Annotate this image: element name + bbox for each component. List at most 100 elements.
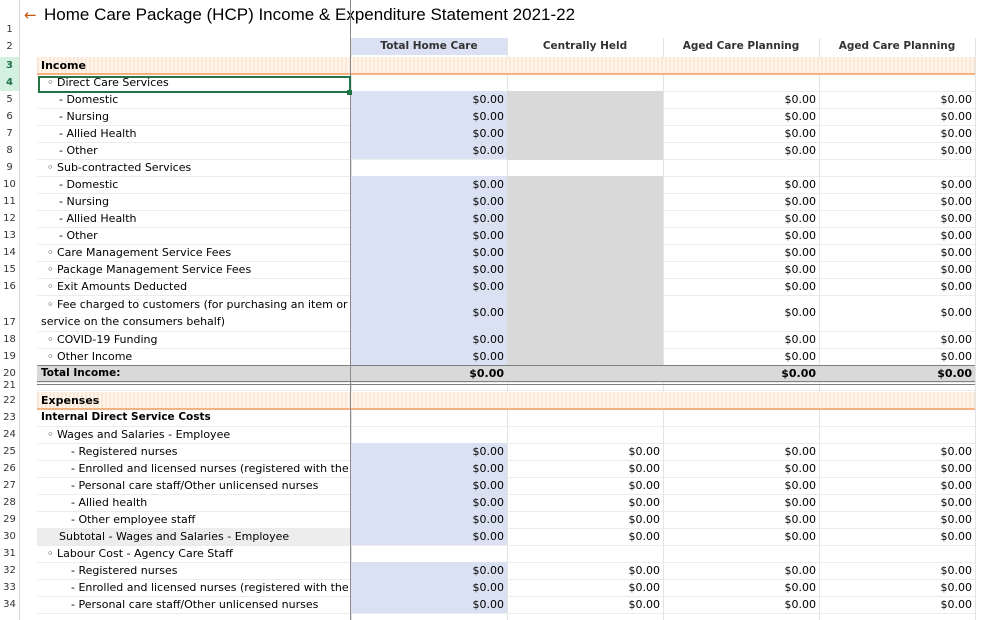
row-number[interactable]: 19 [0,348,19,365]
row-label[interactable]: - Enrolled and licensed nurses (register… [37,460,351,477]
row-label[interactable]: - Enrolled and licensed nurses (register… [37,579,351,596]
cell-region-2[interactable]: $0.00 [819,210,975,227]
row-label[interactable]: ◦ Fee charged to customers (for purchasi… [37,296,351,313]
cell-total-home-care[interactable]: $0.00 [351,494,507,511]
cell-region-1[interactable]: $0.00 [663,91,819,108]
cell-region-1[interactable]: $0.00 [663,295,819,331]
cell-region-1[interactable]: $0.00 [663,528,819,545]
row-number[interactable]: 26 [0,460,19,477]
fill-handle[interactable] [347,90,352,95]
row-number[interactable]: 34 [0,596,19,613]
row-label[interactable]: - Other [37,142,351,159]
row-label[interactable]: Subtotal - Wages and Salaries - Employee [37,528,351,545]
row-label[interactable]: Income [37,57,351,74]
cell-region-1[interactable]: $0.00 [663,477,819,494]
cell-total-home-care[interactable]: $0.00 [351,142,507,159]
cell-total-home-care[interactable]: $0.00 [351,562,507,579]
row-number[interactable]: 31 [0,545,19,562]
cell-total-home-care[interactable]: $0.00 [351,210,507,227]
row-number[interactable]: 14 [0,244,19,261]
cell-region-2[interactable]: $0.00 [819,443,975,460]
cell-region-1[interactable]: $0.00 [663,244,819,261]
row-number[interactable]: 17 [0,295,19,331]
row-label[interactable]: - Domestic [37,91,351,108]
spreadsheet-grid[interactable]: ← Home Care Package (HCP) Income & Expen… [0,0,991,620]
row-label[interactable]: ◦ COVID-19 Funding [37,331,351,348]
cell-region-2[interactable]: $0.00 [819,91,975,108]
cell-region-2[interactable]: $0.00 [819,176,975,193]
cell-centrally-held[interactable]: $0.00 [507,511,663,528]
cell-region-1[interactable]: $0.00 [663,227,819,244]
cell-centrally-held[interactable]: $0.00 [507,443,663,460]
row-number[interactable]: 29 [0,511,19,528]
row-label[interactable]: - Other employee staff [37,511,351,528]
cell-centrally-held[interactable]: $0.00 [507,579,663,596]
cell-total-home-care[interactable]: $0.00 [351,295,507,331]
cell-total-home-care[interactable]: $0.00 [351,193,507,210]
cell-centrally-held[interactable]: $0.00 [507,596,663,613]
row-number[interactable]: 7 [0,125,19,142]
row-number[interactable]: 8 [0,142,19,159]
cell-region-2[interactable]: $0.00 [819,261,975,278]
cell-region-1[interactable]: $0.00 [663,365,819,382]
cell-total-home-care[interactable]: $0.00 [351,443,507,460]
cell-region-1[interactable]: $0.00 [663,210,819,227]
cell-total-home-care[interactable]: $0.00 [351,579,507,596]
row-number[interactable]: 12 [0,210,19,227]
row-number[interactable]: 3 [0,57,19,74]
cell-centrally-held[interactable]: $0.00 [507,477,663,494]
cell-region-2[interactable]: $0.00 [819,348,975,365]
cell-region-2[interactable]: $0.00 [819,528,975,545]
cell-total-home-care[interactable]: $0.00 [351,261,507,278]
cell-region-2[interactable]: $0.00 [819,227,975,244]
row-number[interactable]: 9 [0,159,19,176]
row-number[interactable]: 10 [0,176,19,193]
row-label[interactable]: ◦ Wages and Salaries - Employee [37,426,351,443]
row-number[interactable]: 16 [0,278,19,295]
cell-total-home-care[interactable]: $0.00 [351,460,507,477]
cell-region-2[interactable]: $0.00 [819,108,975,125]
cell-region-1[interactable]: $0.00 [663,562,819,579]
row-label[interactable]: - Registered nurses [37,443,351,460]
row-number[interactable]: 5 [0,91,19,108]
cell-region-2[interactable]: $0.00 [819,193,975,210]
cell-total-home-care[interactable]: $0.00 [351,596,507,613]
cell-region-2[interactable]: $0.00 [819,511,975,528]
cell-total-home-care[interactable]: $0.00 [351,91,507,108]
row-number[interactable]: 24 [0,426,19,443]
row-label[interactable]: Expenses [37,392,351,409]
cell-total-home-care[interactable]: $0.00 [351,108,507,125]
row-number[interactable]: 22 [0,392,19,409]
cell-region-2[interactable]: $0.00 [819,562,975,579]
column-header-centrally-held[interactable]: Centrally Held [507,38,663,55]
cell-total-home-care[interactable]: $0.00 [351,125,507,142]
row-number[interactable]: 11 [0,193,19,210]
cell-total-home-care[interactable]: $0.00 [351,477,507,494]
row-label[interactable]: - Other [37,227,351,244]
row-label[interactable]: - Personal care staff/Other unlicensed n… [37,596,351,613]
cell-total-home-care[interactable]: $0.00 [351,176,507,193]
row-number[interactable]: 23 [0,409,19,426]
cell-total-home-care[interactable]: $0.00 [351,278,507,295]
column-header-total-home-care[interactable]: Total Home Care [351,38,507,55]
cell-region-1[interactable]: $0.00 [663,579,819,596]
cell-region-1[interactable]: $0.00 [663,494,819,511]
cell-centrally-held[interactable]: $0.00 [507,460,663,477]
cell-region-1[interactable]: $0.00 [663,348,819,365]
row-number[interactable]: 18 [0,331,19,348]
cell-centrally-held[interactable]: $0.00 [507,528,663,545]
cell-region-1[interactable]: $0.00 [663,125,819,142]
cell-region-1[interactable]: $0.00 [663,511,819,528]
row-number[interactable]: 13 [0,227,19,244]
cell-region-2[interactable]: $0.00 [819,477,975,494]
cell-region-1[interactable]: $0.00 [663,460,819,477]
cell-total-home-care[interactable]: $0.00 [351,244,507,261]
cell-region-1[interactable]: $0.00 [663,596,819,613]
cell-region-2[interactable]: $0.00 [819,125,975,142]
row-label[interactable]: ◦ Labour Cost - Agency Care Staff [37,545,351,562]
row-number[interactable]: 4 [0,74,19,91]
row-number[interactable]: 2 [0,38,19,55]
cell-total-home-care[interactable]: $0.00 [351,348,507,365]
cell-region-2[interactable]: $0.00 [819,494,975,511]
row-label[interactable]: ◦ Care Management Service Fees [37,244,351,261]
